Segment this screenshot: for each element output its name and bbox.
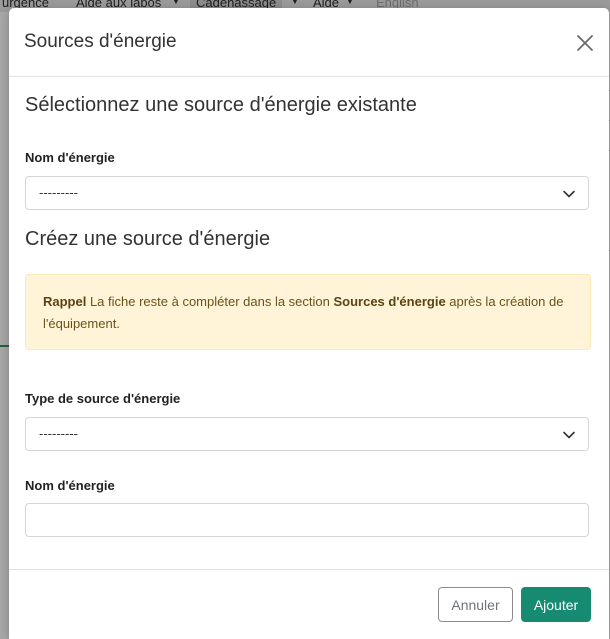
close-icon	[577, 35, 593, 51]
alert-text-before: La fiche reste à compléter dans la secti…	[86, 294, 334, 309]
close-button[interactable]	[571, 29, 599, 57]
create-source-heading: Créez une source d'énergie	[25, 228, 271, 250]
cancel-button[interactable]: Annuler	[438, 587, 513, 622]
modal-title: Sources d'énergie	[24, 31, 177, 52]
source-type-selected: ---------	[39, 426, 78, 441]
existing-source-heading: Sélectionnez une source d'énergie exista…	[25, 94, 417, 116]
alert-prefix: Rappel	[43, 294, 87, 309]
new-energy-name-label: Nom d'énergie	[25, 478, 115, 493]
modal-header: Sources d'énergie	[9, 8, 609, 77]
existing-energy-name-label: Nom d'énergie	[25, 150, 115, 165]
source-type-label: Type de source d'énergie	[25, 391, 181, 406]
new-energy-name-input[interactable]	[25, 503, 589, 537]
alert-section-name: Sources d'énergie	[333, 294, 446, 309]
modal-footer: Annuler Ajouter	[9, 569, 609, 639]
existing-energy-name-selected: ---------	[39, 185, 78, 200]
chevron-down-icon	[563, 190, 575, 198]
chevron-down-icon	[563, 431, 575, 439]
energy-sources-modal: Sources d'énergie Sélectionnez une sourc…	[9, 8, 609, 639]
source-type-select[interactable]: ---------	[25, 417, 589, 451]
existing-energy-name-select[interactable]: ---------	[25, 176, 589, 210]
reminder-alert: Rappel La fiche reste à compléter dans l…	[25, 274, 591, 350]
add-button[interactable]: Ajouter	[521, 587, 591, 622]
